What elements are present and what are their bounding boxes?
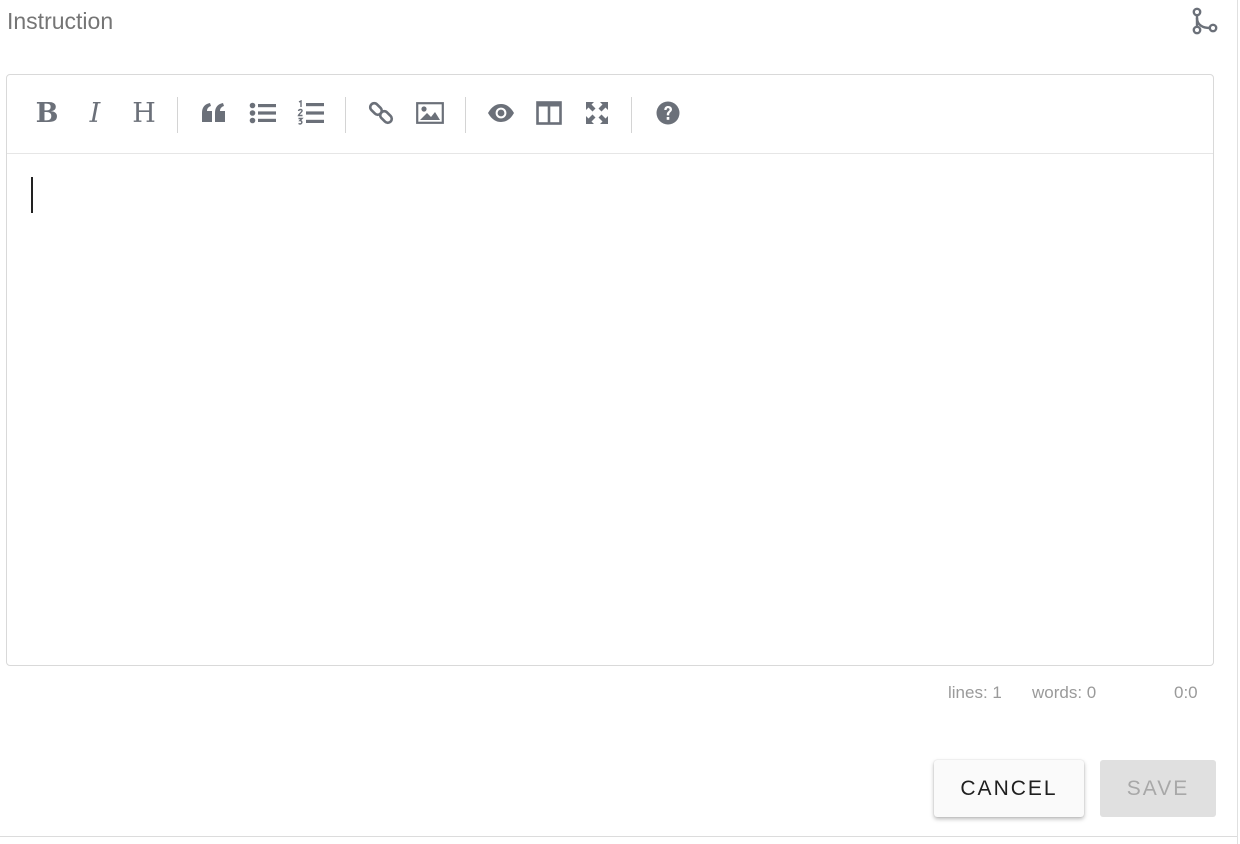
- heading-button[interactable]: H: [126, 95, 162, 131]
- right-divider: [1237, 0, 1238, 844]
- link-button[interactable]: [363, 95, 399, 131]
- save-button[interactable]: SAVE: [1100, 760, 1216, 817]
- image-icon: [416, 102, 444, 124]
- image-button[interactable]: [412, 95, 448, 131]
- ordered-list-icon: [297, 100, 324, 125]
- help-button[interactable]: [650, 95, 686, 131]
- bold-icon: B: [35, 97, 59, 129]
- help-icon: [656, 101, 680, 125]
- side-by-side-button[interactable]: [531, 95, 567, 131]
- unordered-list-icon: [249, 102, 276, 124]
- link-icon: [368, 101, 394, 125]
- quote-button[interactable]: [196, 95, 232, 131]
- word-count: words: 0: [1032, 683, 1097, 702]
- side-by-side-icon: [536, 101, 562, 125]
- toolbar-separator: [177, 97, 178, 133]
- editor-toolbar: B I H: [7, 75, 1213, 154]
- bottom-divider: [0, 836, 1237, 837]
- unordered-list-button[interactable]: [245, 95, 281, 131]
- git-branch-icon[interactable]: [1186, 4, 1222, 38]
- editor-text-area[interactable]: [7, 154, 1213, 665]
- fullscreen-icon: [586, 102, 608, 124]
- toolbar-separator: [345, 97, 346, 133]
- heading-icon: H: [132, 97, 156, 129]
- field-title: Instruction: [7, 8, 114, 34]
- italic-icon: I: [89, 97, 101, 129]
- markdown-editor[interactable]: B I H: [6, 74, 1214, 666]
- line-count: lines: 1: [948, 683, 1002, 702]
- toolbar-separator: [631, 97, 632, 133]
- preview-icon: [488, 104, 514, 122]
- bold-button[interactable]: B: [29, 95, 65, 131]
- fullscreen-button[interactable]: [579, 95, 615, 131]
- ordered-list-button[interactable]: [293, 95, 329, 131]
- text-cursor: [31, 177, 33, 213]
- italic-button[interactable]: I: [77, 95, 113, 131]
- quote-icon: [202, 103, 225, 122]
- cancel-button[interactable]: CANCEL: [934, 760, 1084, 817]
- toolbar-separator: [465, 97, 466, 133]
- preview-button[interactable]: [483, 95, 519, 131]
- cursor-position: 0:0: [1174, 683, 1198, 702]
